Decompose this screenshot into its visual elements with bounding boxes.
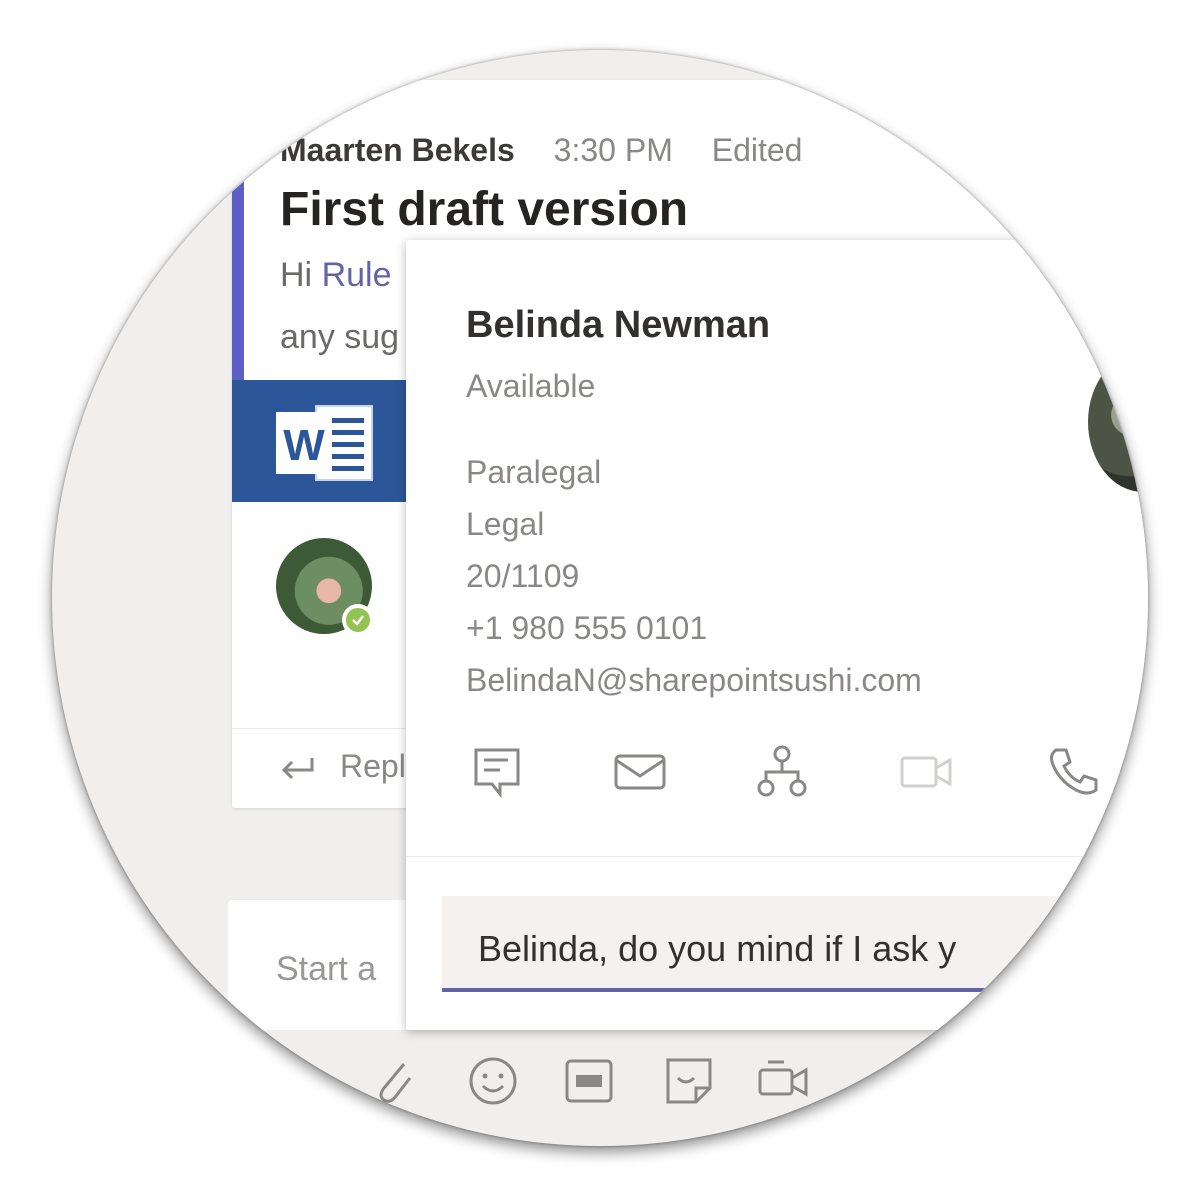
profile-phone[interactable]: +1 980 555 0101 [466, 610, 707, 647]
profile-department: Legal [466, 506, 545, 542]
chat-icon[interactable] [470, 744, 526, 800]
message-header: Maarten Bekels 3:30 PM Edited [280, 132, 802, 169]
word-document-icon[interactable]: W [276, 402, 376, 484]
attach-icon[interactable] [368, 1054, 422, 1108]
video-call-icon[interactable] [898, 744, 954, 800]
profile-office: 20/1109 [466, 558, 580, 594]
message-subject: First draft version [280, 183, 689, 236]
org-chart-icon[interactable] [754, 744, 810, 800]
mail-icon[interactable] [612, 744, 668, 800]
message-edited-label: Edited [711, 132, 803, 168]
profile-job-title: Paralegal [466, 454, 602, 490]
message-accent-bar [232, 80, 244, 380]
profile-status: Available [466, 368, 596, 404]
message-body-line-1: Hi Rule [280, 256, 392, 295]
svg-text:W: W [283, 421, 325, 470]
meet-now-icon[interactable] [756, 1054, 810, 1108]
profile-email[interactable]: BelindaN@sharepointsushi.com [466, 662, 922, 699]
message-author[interactable]: Maarten Bekels [280, 132, 515, 168]
profile-chat-input-text: Belinda, do you mind if I ask y [478, 928, 957, 969]
sticker-icon[interactable] [662, 1054, 716, 1108]
presence-indicator [178, 190, 200, 230]
message-timestamp: 3:30 PM [553, 132, 673, 168]
mention-link[interactable]: Rule [322, 256, 392, 294]
reply-icon[interactable] [276, 752, 316, 782]
profile-name: Belinda Newman [466, 304, 771, 346]
compose-placeholder: Start a [276, 950, 377, 988]
phone-icon[interactable] [1044, 744, 1100, 800]
circular-crop-frame: Maarten Bekels 3:30 PM Edited First draf… [52, 50, 1148, 1146]
message-greeting: Hi [280, 256, 322, 294]
presence-available-icon [342, 604, 374, 636]
message-body-line-2: any sug [280, 318, 400, 356]
gif-icon[interactable] [562, 1054, 616, 1108]
profile-divider [406, 856, 1148, 857]
emoji-icon[interactable] [466, 1054, 520, 1108]
reply-button[interactable]: Repl [340, 748, 406, 785]
